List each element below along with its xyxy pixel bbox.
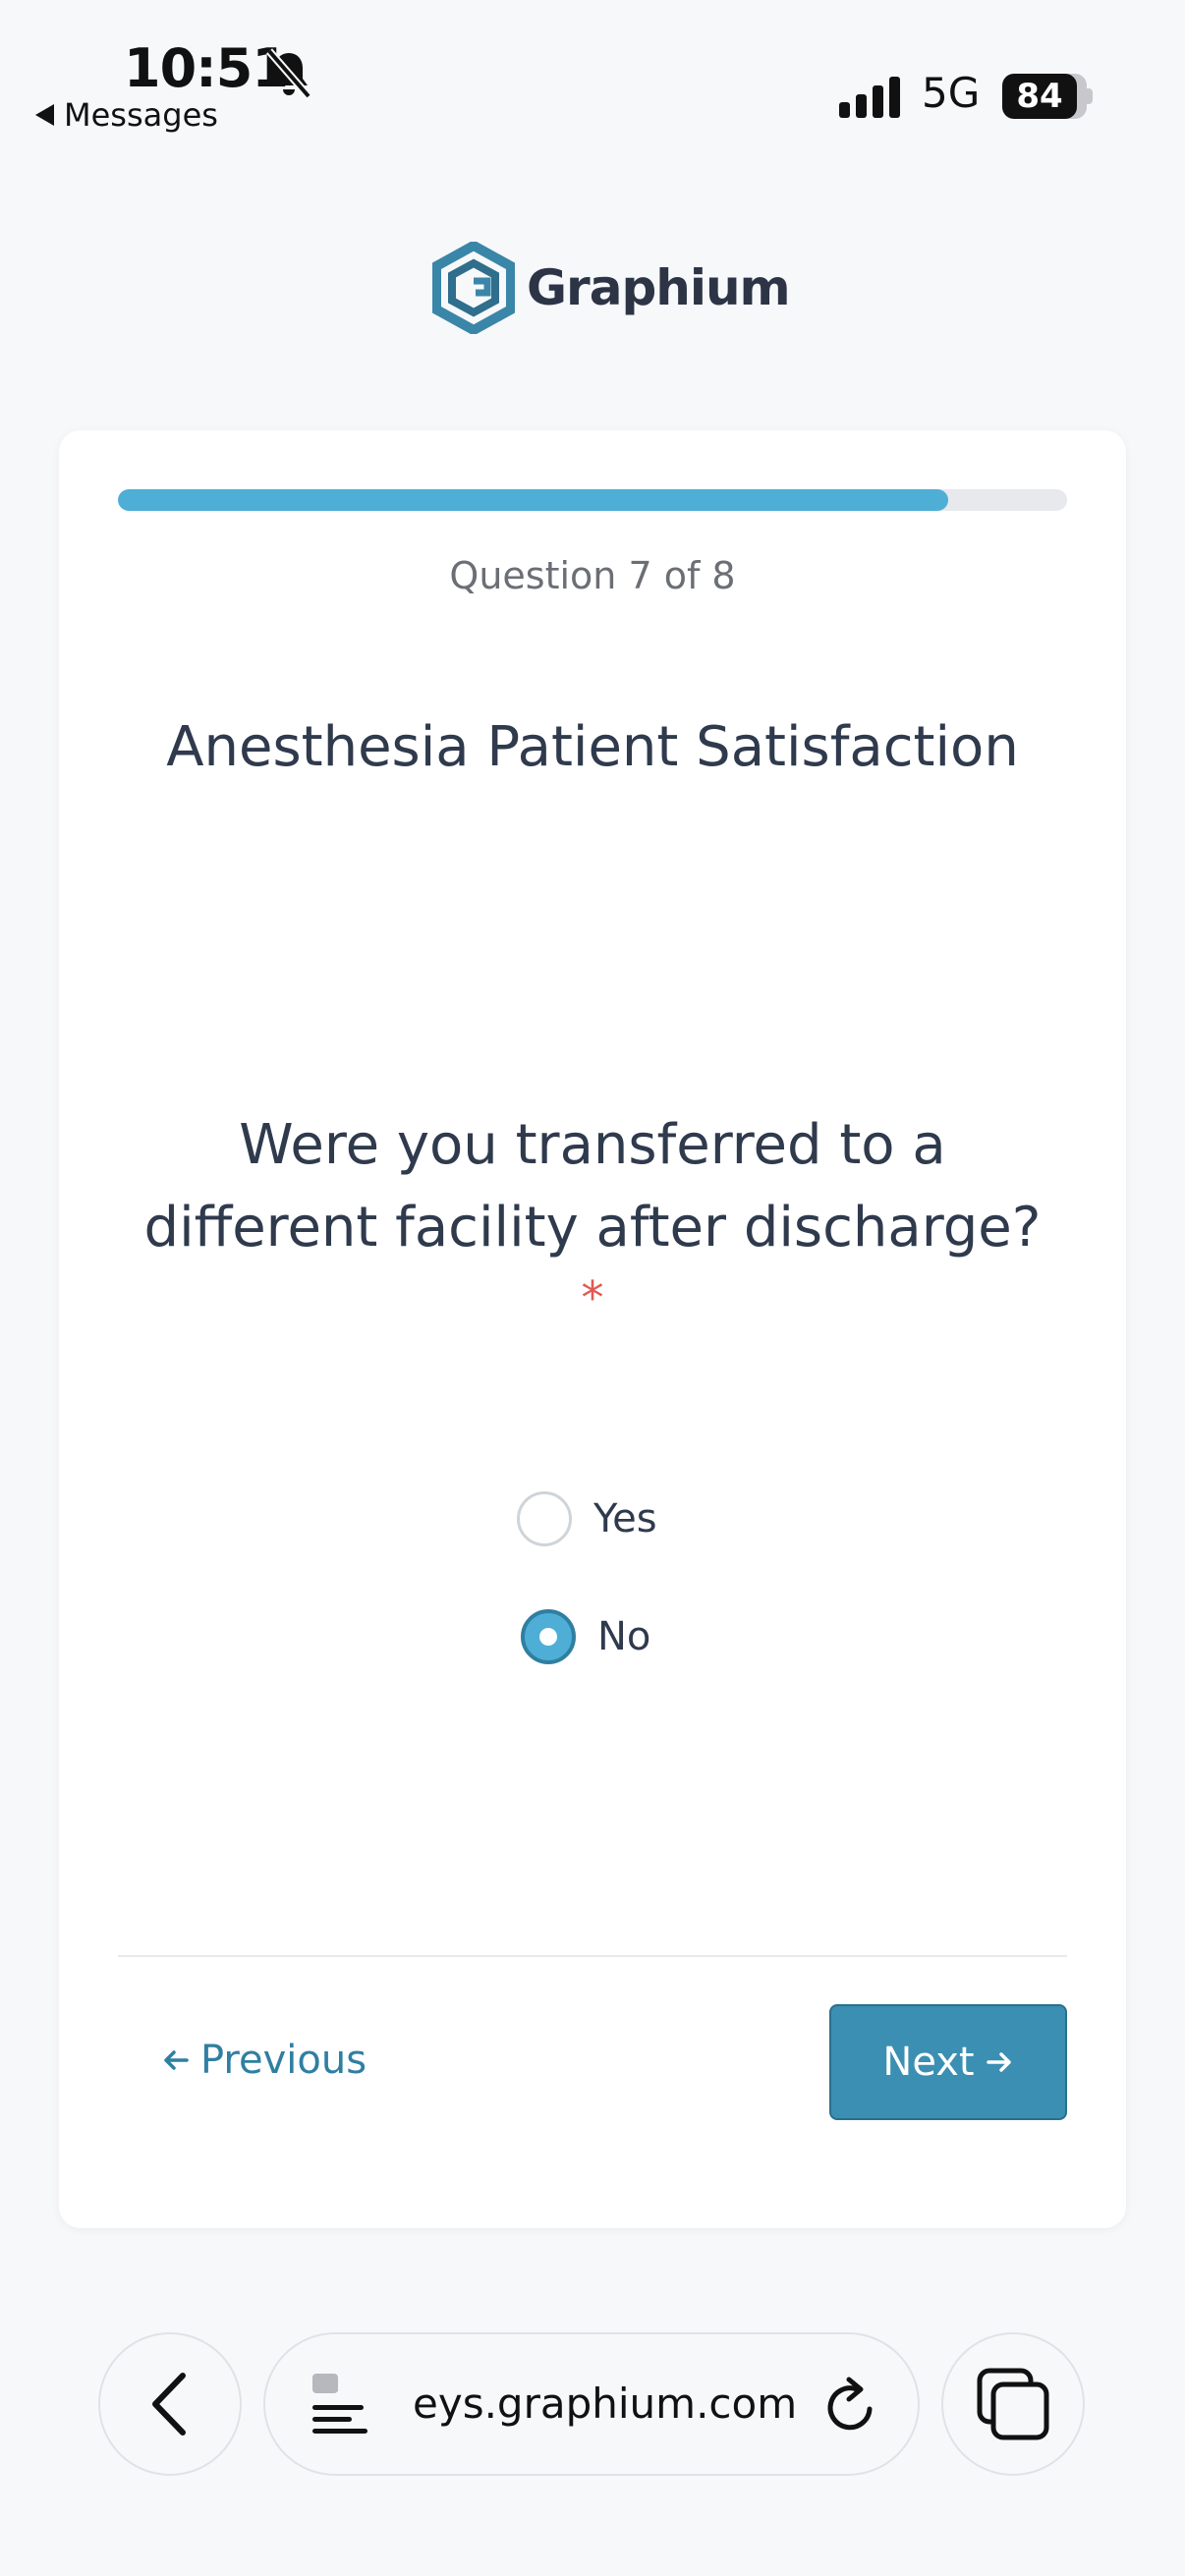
survey-card: Question 7 of 8 Anesthesia Patient Satis… <box>59 430 1126 2228</box>
arrow-left-icon <box>164 2050 189 2070</box>
url-text: eys.graphium.com <box>413 2380 798 2428</box>
option-label-yes: Yes <box>593 1496 657 1541</box>
network-type: 5G <box>922 69 981 117</box>
option-label-no: No <box>597 1614 651 1659</box>
radio-button-no[interactable] <box>521 1609 576 1664</box>
tabs-icon <box>977 2368 1049 2440</box>
required-marker: * <box>581 1271 604 1324</box>
address-bar[interactable]: eys.graphium.com <box>263 2332 920 2476</box>
progress-fill <box>118 489 949 511</box>
graphium-logo: Graphium <box>432 242 791 334</box>
bell-muted-icon <box>265 48 312 99</box>
next-label: Next <box>882 2040 975 2085</box>
graphium-hexagon-icon <box>432 242 515 334</box>
battery-level: 84 <box>1002 74 1077 119</box>
page-menu-icon <box>312 2374 367 2434</box>
question-text: Were you transferred to a different faci… <box>143 1113 1042 1260</box>
cellular-signal-icon <box>839 77 900 118</box>
previous-label: Previous <box>200 2038 367 2083</box>
next-button[interactable]: Next <box>829 2004 1067 2120</box>
browser-back-button[interactable] <box>98 2332 242 2476</box>
previous-button[interactable]: Previous <box>161 2038 367 2083</box>
divider <box>118 1955 1067 1957</box>
reload-icon[interactable] <box>821 2376 880 2436</box>
question-counter: Question 7 of 8 <box>449 554 736 597</box>
brand-name: Graphium <box>527 259 791 316</box>
back-app-label: Messages <box>64 96 218 134</box>
tabs-button[interactable] <box>941 2332 1085 2476</box>
back-to-messages[interactable]: Messages <box>35 96 218 134</box>
radio-button-yes[interactable] <box>517 1491 572 1546</box>
arrow-right-icon <box>986 2052 1011 2072</box>
option-yes[interactable]: Yes <box>517 1491 657 1546</box>
survey-title: Anesthesia Patient Satisfaction <box>166 715 1019 779</box>
back-triangle-icon <box>35 104 54 126</box>
battery-icon: 84 <box>1002 74 1093 119</box>
progress-bar <box>118 489 1067 511</box>
option-no[interactable]: No <box>521 1609 650 1664</box>
chevron-left-icon <box>152 2373 186 2436</box>
